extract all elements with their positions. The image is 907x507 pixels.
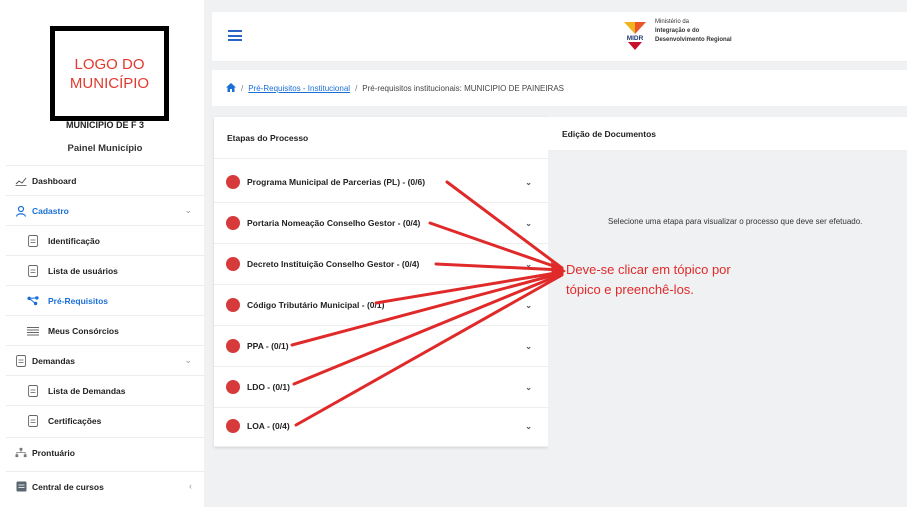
sidebar-item-dashboard[interactable]: Dashboard bbox=[6, 165, 204, 195]
chevron-left-icon: ‹ bbox=[189, 481, 192, 491]
sidebar-item-label: Demandas bbox=[32, 355, 75, 366]
topbar: MIDR Ministério da Integração e do Desen… bbox=[212, 12, 907, 62]
panel-title: Painel Município bbox=[67, 143, 143, 154]
document-icon bbox=[27, 234, 39, 247]
chevron-down-icon: ⌄ bbox=[525, 301, 532, 310]
sidebar-item-demandas[interactable]: Demandas ⌄ bbox=[6, 345, 204, 375]
annotation-text: Deve-se clicar em tópico por tópico e pr… bbox=[566, 260, 731, 300]
breadcrumb-link[interactable]: Pré-Requisitos - Institucional bbox=[248, 84, 350, 93]
status-dot bbox=[226, 257, 240, 271]
sidebar-item-certificacoes[interactable]: Certificações bbox=[6, 405, 204, 435]
tree-icon bbox=[15, 447, 27, 459]
status-dot bbox=[226, 339, 240, 353]
step-label: Programa Municipal de Parcerias (PL) - (… bbox=[247, 177, 426, 187]
annotation-line: tópico e preenchê-los. bbox=[566, 282, 694, 297]
status-dot bbox=[226, 380, 240, 394]
process-step[interactable]: Decreto Instituição Conselho Gestor - (0… bbox=[214, 244, 548, 285]
midr-logo: MIDR bbox=[624, 22, 646, 50]
document-icon bbox=[27, 264, 39, 277]
document-icon bbox=[15, 354, 27, 367]
process-step[interactable]: Programa Municipal de Parcerias (PL) - (… bbox=[214, 162, 548, 203]
process-steps-panel: Etapas do Processo Programa Municipal de… bbox=[214, 117, 548, 447]
menu-icon[interactable] bbox=[228, 30, 242, 44]
breadcrumb-separator: / bbox=[241, 83, 244, 93]
sidebar-item-label: Prontuário bbox=[32, 447, 75, 458]
documents-title: Edição de Documentos bbox=[548, 117, 907, 151]
sidebar-item-label: Dashboard bbox=[32, 175, 77, 186]
chevron-down-icon: ⌄ bbox=[525, 342, 532, 351]
midr-logo-text: MIDR bbox=[627, 35, 644, 42]
sidebar-item-meus-consorcios[interactable]: Meus Consórcios bbox=[6, 315, 204, 345]
sidebar-item-lista-usuarios[interactable]: Lista de usuários bbox=[6, 255, 204, 285]
chevron-down-icon: ⌄ bbox=[184, 355, 192, 365]
sidebar-item-central-cursos[interactable]: Central de cursos ‹ bbox=[6, 471, 204, 501]
municipality-name: MUNICIPIO DE F 3 bbox=[65, 120, 144, 130]
documents-empty-message: Selecione uma etapa para visualizar o pr… bbox=[608, 217, 863, 226]
breadcrumb-separator: / bbox=[355, 83, 358, 93]
chevron-down-icon: ⌄ bbox=[525, 260, 532, 269]
status-dot bbox=[226, 175, 240, 189]
document-icon bbox=[27, 384, 39, 397]
step-label: PPA - (0/1) bbox=[247, 341, 289, 351]
chevron-down-icon: ⌄ bbox=[525, 422, 532, 431]
ministry-line: Ministério da bbox=[655, 19, 690, 25]
process-step[interactable]: LOA - (0/4) ⌄ bbox=[214, 406, 548, 447]
process-steps-title: Etapas do Processo bbox=[214, 117, 548, 159]
breadcrumb: / Pré-Requisitos - Institucional / Pré-r… bbox=[212, 70, 907, 106]
ministry-line: Integração e do bbox=[655, 28, 700, 34]
sidebar-item-label: Central de cursos bbox=[32, 481, 104, 492]
sidebar-item-identificacao[interactable]: Identificação bbox=[6, 225, 204, 255]
user-icon bbox=[15, 205, 27, 217]
status-dot bbox=[226, 216, 240, 230]
sidebar-item-label: Lista de usuários bbox=[48, 265, 118, 276]
network-icon bbox=[27, 295, 39, 307]
home-icon[interactable] bbox=[226, 82, 236, 94]
process-step[interactable]: Código Tributário Municipal - (0/1) ⌄ bbox=[214, 285, 548, 326]
list-icon bbox=[27, 325, 39, 337]
sidebar-item-label: Pré-Requisitos bbox=[48, 295, 108, 306]
ministry-line: Desenvolvimento Regional bbox=[655, 37, 732, 43]
chevron-down-icon: ⌄ bbox=[184, 205, 192, 215]
process-step[interactable]: Portaria Nomeação Conselho Gestor - (0/4… bbox=[214, 203, 548, 244]
logo-line-2: MUNICÍPIO bbox=[69, 74, 150, 92]
sidebar-item-label: Identificação bbox=[48, 235, 100, 246]
chevron-down-icon: ⌄ bbox=[525, 178, 532, 187]
logo-line-1: LOGO DO bbox=[74, 55, 145, 73]
book-icon bbox=[15, 481, 27, 493]
step-label: LOA - (0/4) bbox=[247, 421, 290, 431]
status-dot bbox=[226, 298, 240, 312]
sidebar-item-label: Certificações bbox=[48, 415, 102, 426]
process-step[interactable]: LDO - (0/1) ⌄ bbox=[214, 367, 548, 408]
sidebar: LOGO DO MUNICÍPIO MUNICIPIO DE F 3 Paine… bbox=[6, 12, 204, 507]
sidebar-item-label: Meus Consórcios bbox=[48, 325, 119, 336]
sidebar-item-label: Cadastro bbox=[32, 205, 69, 216]
chart-icon bbox=[15, 175, 27, 187]
ministry-name: Ministério da Integração e do Desenvolvi… bbox=[655, 18, 732, 45]
sidebar-item-cadastro[interactable]: Cadastro ⌄ bbox=[6, 195, 204, 225]
breadcrumb-current: Pré-requisitos institucionais: MUNICIPIO… bbox=[362, 83, 564, 93]
chevron-down-icon: ⌄ bbox=[525, 219, 532, 228]
municipality-logo: LOGO DO MUNICÍPIO bbox=[50, 26, 169, 121]
step-label: Portaria Nomeação Conselho Gestor - (0/4… bbox=[247, 218, 421, 228]
documents-panel: Edição de Documentos Selecione uma etapa… bbox=[548, 117, 907, 507]
annotation-line: Deve-se clicar em tópico por bbox=[566, 262, 731, 277]
status-dot bbox=[226, 419, 240, 433]
document-icon bbox=[27, 414, 39, 427]
process-step[interactable]: PPA - (0/1) ⌄ bbox=[214, 326, 548, 367]
chevron-down-icon: ⌄ bbox=[525, 383, 532, 392]
sidebar-item-lista-demandas[interactable]: Lista de Demandas bbox=[6, 375, 204, 405]
step-label: Decreto Instituição Conselho Gestor - (0… bbox=[247, 259, 420, 269]
sidebar-item-prontuario[interactable]: Prontuário bbox=[6, 437, 204, 467]
sidebar-item-label: Lista de Demandas bbox=[48, 385, 126, 396]
step-label: Código Tributário Municipal - (0/1) bbox=[247, 300, 385, 310]
sidebar-item-pre-requisitos[interactable]: Pré-Requisitos bbox=[6, 285, 204, 315]
step-label: LDO - (0/1) bbox=[247, 382, 290, 392]
